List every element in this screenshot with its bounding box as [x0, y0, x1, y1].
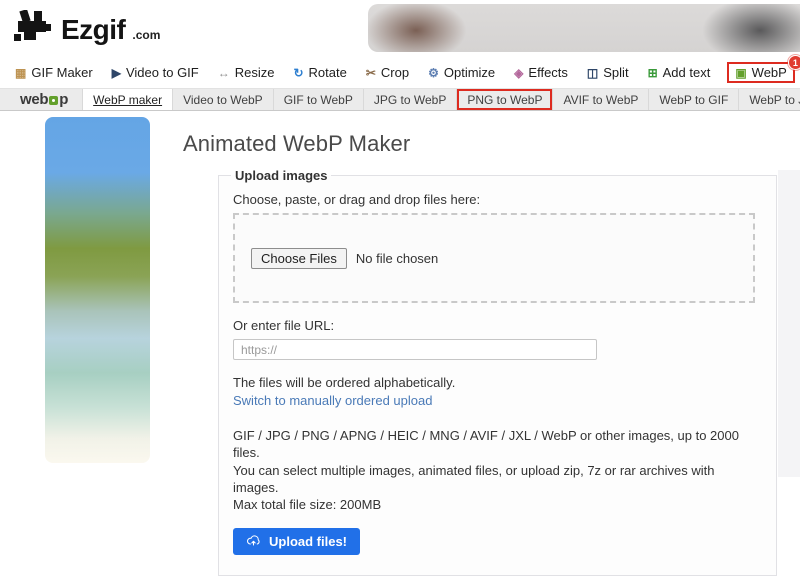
file-dropzone[interactable]: Choose Files No file chosen [233, 213, 755, 303]
nav-item-rotate[interactable]: ↻ Rotate [293, 65, 346, 80]
file-status-text: No file chosen [356, 251, 438, 266]
tab-webp-to-jpg[interactable]: WebP to JPG [739, 89, 800, 110]
formats-info: GIF / JPG / PNG / APNG / HEIC / MNG / AV… [233, 427, 760, 513]
nav-item-effects[interactable]: ◈ Effects [514, 65, 568, 80]
site-logo[interactable]: Ezgif .com [14, 10, 160, 44]
upload-files-button[interactable]: Upload files! [233, 528, 360, 555]
page-title: Animated WebP Maker [183, 131, 783, 157]
tab-png-to-webp[interactable]: PNG to WebP [457, 89, 553, 110]
tab-video-to-webp[interactable]: Video to WebP [173, 89, 274, 110]
upload-legend: Upload images [231, 168, 331, 183]
nav-item-gif-maker[interactable]: ▦ GIF Maker [15, 65, 93, 80]
effects-icon: ◈ [514, 67, 523, 79]
webp-logo-text-p: p [59, 91, 68, 108]
webp-logo: webp [0, 89, 82, 110]
webp-logo-square-icon [49, 96, 58, 105]
nav-item-optimize[interactable]: ⚙ Optimize [428, 65, 495, 80]
nav-item-crop[interactable]: ✂ Crop [366, 65, 409, 80]
url-label: Or enter file URL: [233, 318, 760, 333]
step-1-badge: 1 [788, 55, 800, 70]
tab-webp-maker[interactable]: WebP maker [82, 89, 173, 110]
nav-item-split[interactable]: ◫ Split [587, 65, 629, 80]
nav-item-resize[interactable]: ↔ Resize [218, 65, 275, 80]
optimize-icon: ⚙ [428, 67, 439, 79]
video-icon: ▶ [112, 67, 121, 79]
tab-gif-to-webp[interactable]: GIF to WebP [274, 89, 364, 110]
upload-button-label: Upload files! [269, 534, 347, 549]
tab-avif-to-webp[interactable]: AVIF to WebP [553, 89, 649, 110]
formats-line-2: You can select multiple images, animated… [233, 462, 760, 497]
url-row: Or enter file URL: [233, 318, 760, 360]
webp-icon: ▣ [735, 67, 746, 79]
crop-icon: ✂ [366, 67, 376, 79]
choose-files-button[interactable]: Choose Files [251, 248, 347, 269]
cloud-upload-icon [246, 534, 261, 549]
resize-icon: ↔ [218, 67, 230, 79]
main-content: Animated WebP Maker Upload images Choose… [183, 120, 783, 576]
split-icon: ◫ [587, 67, 598, 79]
order-note: The files will be ordered alphabetically… [233, 375, 760, 390]
tab-jpg-to-webp[interactable]: JPG to WebP [364, 89, 457, 110]
file-url-input[interactable] [233, 339, 597, 360]
webp-logo-text-web: web [20, 91, 48, 108]
nav-item-add-text[interactable]: ⊞ Add text [648, 65, 711, 80]
top-banner-ad-blurred [368, 4, 800, 52]
nav-item-video-to-gif[interactable]: ▶ Video to GIF [112, 65, 199, 80]
switch-order-link[interactable]: Switch to manually ordered upload [233, 393, 432, 408]
add-text-icon: ⊞ [648, 67, 658, 79]
main-nav: ▦ GIF Maker ▶ Video to GIF ↔ Resize ↻ Ro… [0, 59, 800, 86]
nav-item-webp[interactable]: ▣ WebP 1 [727, 62, 795, 83]
brand-name: Ezgif [61, 16, 125, 44]
dropzone-label: Choose, paste, or drag and drop files he… [233, 192, 760, 207]
formats-line-3: Max total file size: 200MB [233, 496, 760, 513]
webp-tool-tabbar: webp WebP maker Video to WebP GIF to Web… [0, 88, 800, 111]
brand-tld: .com [132, 28, 160, 44]
upload-fieldset: Upload images Choose, paste, or drag and… [218, 168, 777, 576]
right-gutter [778, 170, 800, 477]
image-icon: ▦ [15, 67, 26, 79]
tab-list: WebP maker Video to WebP GIF to WebP JPG… [82, 89, 800, 110]
rotate-icon: ↻ [293, 67, 303, 79]
ezgif-logo-icon [14, 10, 54, 44]
sidebar-ad-blurred [45, 117, 150, 463]
tab-webp-to-gif[interactable]: WebP to GIF [649, 89, 739, 110]
formats-line-1: GIF / JPG / PNG / APNG / HEIC / MNG / AV… [233, 427, 760, 462]
